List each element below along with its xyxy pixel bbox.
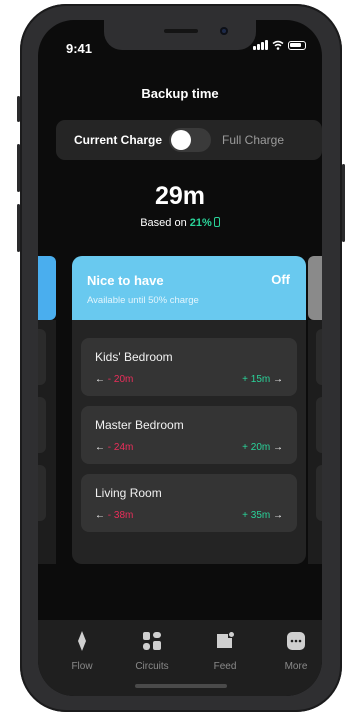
decrease-control[interactable]: ← - 24m bbox=[95, 442, 133, 453]
charge-mode-switch[interactable] bbox=[169, 128, 211, 152]
room-row[interactable]: Master Bedroom ← - 24m + 20m → bbox=[81, 406, 297, 464]
room-name: Master Bedroom bbox=[95, 418, 184, 432]
volume-down-button bbox=[17, 204, 20, 252]
card-title: Nice to have bbox=[87, 273, 164, 288]
arrow-right-icon[interactable]: → bbox=[273, 510, 283, 521]
previous-card-item bbox=[38, 465, 46, 521]
tab-label: Flow bbox=[71, 661, 93, 672]
previous-card-item bbox=[38, 329, 46, 385]
room-name: Living Room bbox=[95, 486, 162, 500]
device-battery-icon bbox=[213, 217, 220, 227]
home-indicator[interactable] bbox=[135, 684, 227, 688]
decrease-value: - 38m bbox=[107, 510, 134, 521]
decrease-control[interactable]: ← - 38m bbox=[95, 510, 133, 521]
arrow-left-icon[interactable]: ← bbox=[95, 510, 105, 521]
previous-card-body bbox=[38, 320, 56, 564]
volume-up-button bbox=[17, 144, 20, 192]
more-icon bbox=[287, 632, 305, 650]
arrow-left-icon[interactable]: ← bbox=[95, 374, 105, 385]
next-card-body bbox=[308, 320, 322, 564]
previous-card-peek[interactable] bbox=[38, 256, 56, 320]
increase-value: + 35m bbox=[242, 510, 271, 521]
mute-switch bbox=[17, 96, 20, 122]
tab-label: More bbox=[284, 661, 308, 672]
next-card-item bbox=[316, 397, 322, 453]
decrease-value: - 20m bbox=[107, 374, 134, 385]
previous-card-item bbox=[38, 397, 46, 453]
increase-control[interactable]: + 20m → bbox=[242, 442, 283, 453]
signal-icon bbox=[253, 40, 268, 50]
camera-icon bbox=[220, 27, 228, 35]
increase-control[interactable]: + 35m → bbox=[242, 510, 283, 521]
speaker-grille bbox=[164, 29, 198, 33]
current-charge-label[interactable]: Current Charge bbox=[74, 133, 162, 147]
increase-control[interactable]: + 15m → bbox=[242, 374, 283, 385]
card-subtitle: Available until 50% charge bbox=[87, 295, 199, 306]
decrease-value: - 24m bbox=[107, 442, 134, 453]
circuits-icon bbox=[143, 632, 161, 650]
notch bbox=[104, 20, 256, 50]
switch-knob bbox=[171, 130, 191, 150]
app-screen: 9:41 Backup time Current Charge Full Cha… bbox=[38, 20, 322, 696]
tab-more[interactable]: More bbox=[266, 630, 322, 672]
room-row[interactable]: Kids' Bedroom ← - 20m + 15m → bbox=[81, 338, 297, 396]
status-icons bbox=[253, 40, 306, 50]
based-on-prefix: Based on bbox=[140, 217, 187, 229]
arrow-left-icon[interactable]: ← bbox=[95, 442, 105, 453]
arrow-right-icon[interactable]: → bbox=[273, 442, 283, 453]
room-row[interactable]: Living Room ← - 38m + 35m → bbox=[81, 474, 297, 532]
tab-circuits[interactable]: Circuits bbox=[122, 630, 182, 672]
battery-percent: 21% bbox=[189, 217, 212, 229]
page-title: Backup time bbox=[141, 86, 219, 101]
wifi-icon bbox=[272, 40, 284, 50]
charge-mode-toggle[interactable]: Current Charge Full Charge bbox=[56, 120, 322, 160]
priority-card[interactable]: Nice to have Off Available until 50% cha… bbox=[72, 256, 306, 564]
battery-icon bbox=[288, 40, 306, 50]
next-card-item bbox=[316, 329, 322, 385]
card-header[interactable]: Nice to have Off Available until 50% cha… bbox=[72, 256, 306, 320]
backup-duration: 29m bbox=[154, 182, 206, 210]
increase-value: + 20m bbox=[242, 442, 271, 453]
tab-feed[interactable]: Feed bbox=[195, 630, 255, 672]
card-status[interactable]: Off bbox=[271, 272, 290, 287]
based-on-text: Based on 21% bbox=[38, 217, 322, 229]
power-button bbox=[342, 164, 345, 242]
next-card-item bbox=[316, 465, 322, 521]
room-name: Kids' Bedroom bbox=[95, 350, 173, 364]
status-time: 9:41 bbox=[66, 41, 93, 56]
decrease-control[interactable]: ← - 20m bbox=[95, 374, 133, 385]
feed-icon bbox=[217, 632, 234, 648]
tab-label: Feed bbox=[213, 661, 237, 672]
tab-flow[interactable]: Flow bbox=[52, 630, 112, 672]
next-card-peek[interactable] bbox=[308, 256, 322, 320]
arrow-right-icon[interactable]: → bbox=[273, 374, 283, 385]
flow-icon bbox=[78, 631, 86, 651]
full-charge-label[interactable]: Full Charge bbox=[222, 133, 284, 147]
increase-value: + 15m bbox=[242, 374, 271, 385]
tab-label: Circuits bbox=[135, 661, 169, 672]
